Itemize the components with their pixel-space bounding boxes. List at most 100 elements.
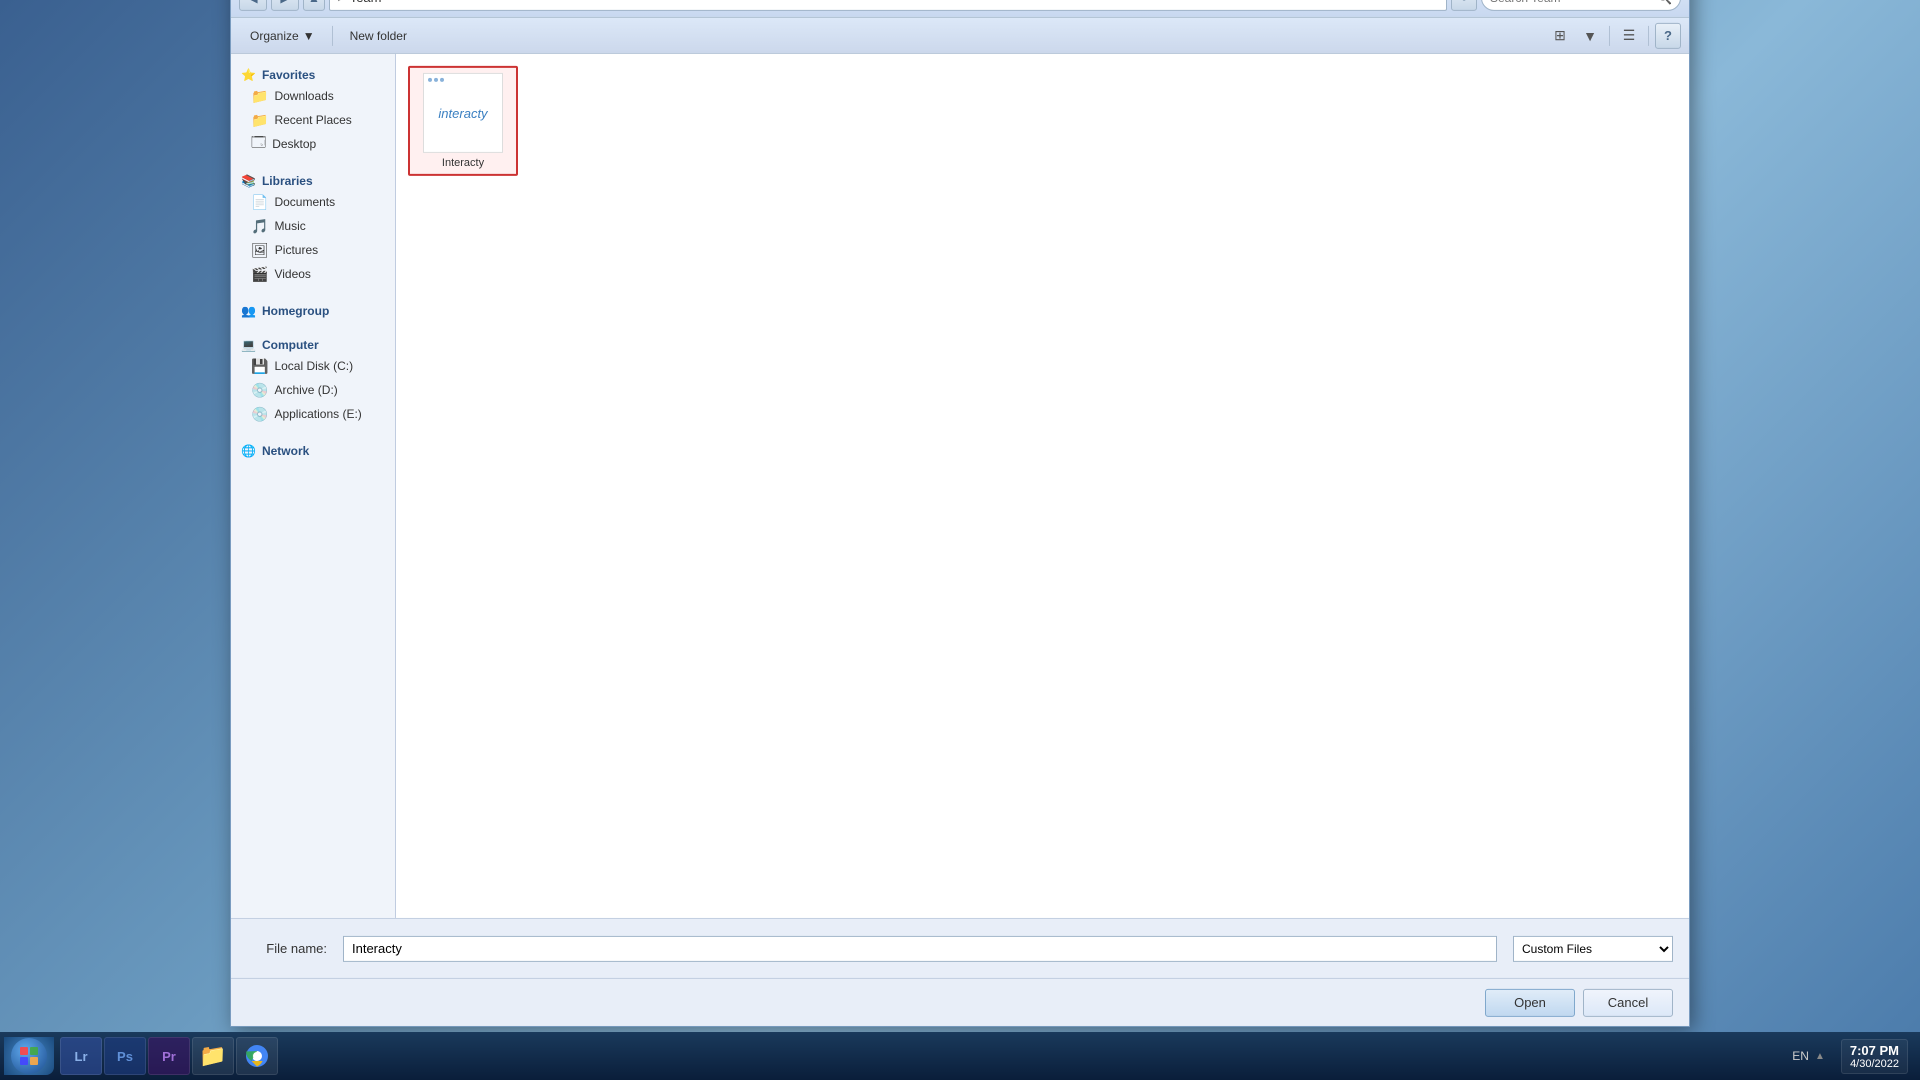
sidebar-item-music[interactable]: 🎵 Music: [231, 214, 395, 238]
path-separator: ▶: [338, 0, 346, 3]
toolbar-sep2: [1609, 25, 1610, 45]
address-bar: ◀ ▶ ▲ ▶ Team ↻ 🔍: [231, 0, 1689, 18]
filename-label: File name:: [247, 941, 327, 956]
sep1: [231, 160, 395, 168]
forward-button[interactable]: ▶: [271, 0, 299, 10]
recent-places-icon: 📁: [251, 111, 268, 128]
toolbar-separator: [332, 25, 333, 45]
pictures-label: Pictures: [275, 243, 318, 257]
new-folder-button[interactable]: New folder: [339, 22, 418, 48]
interacty-logo-text: interacty: [438, 105, 487, 120]
new-folder-label: New folder: [350, 28, 407, 42]
libraries-icon: 📚: [241, 174, 256, 188]
downloads-label: Downloads: [274, 89, 333, 103]
network-icon: 🌐: [241, 444, 256, 458]
computer-icon: 💻: [241, 338, 256, 352]
tray-up-arrow: ▲: [1815, 1051, 1825, 1062]
open-button[interactable]: Open: [1485, 988, 1575, 1016]
applications-label: Applications (E:): [274, 407, 361, 421]
open-dialog: 📂 Open ─ □ ✕ ◀ ▶ ▲ ▶ Team ↻ 🔍 Organize ▼: [230, 0, 1690, 1027]
view-large-button[interactable]: ⊞: [1547, 22, 1573, 48]
path-current: Team: [350, 0, 382, 5]
sidebar-item-pictures[interactable]: 🖼 Pictures: [231, 238, 395, 262]
filetype-select[interactable]: Custom Files All Files (*.*): [1513, 935, 1673, 961]
homegroup-label: 👥 Homegroup: [231, 298, 395, 320]
filename-input[interactable]: [343, 935, 1497, 961]
pictures-icon: 🖼: [251, 241, 269, 258]
taskbar-app-pr[interactable]: Pr: [148, 1037, 190, 1075]
address-path[interactable]: ▶ Team: [329, 0, 1447, 10]
sidebar-item-recent-places[interactable]: 📁 Recent Places: [231, 108, 395, 132]
sidebar-item-desktop[interactable]: 🗔 Desktop: [231, 132, 395, 156]
libraries-label: 📚 Libraries: [231, 168, 395, 190]
sidebar: ⭐ Favorites 📁 Downloads 📁 Recent Places …: [231, 54, 396, 918]
sidebar-item-applications[interactable]: 💿 Applications (E:): [231, 402, 395, 426]
locale-indicator: EN: [1792, 1049, 1809, 1063]
downloads-icon: 📁: [251, 87, 268, 104]
bottom-bar: File name: Custom Files All Files (*.*): [231, 918, 1689, 978]
help-button[interactable]: ?: [1655, 22, 1681, 48]
taskbar-app-chrome[interactable]: [236, 1037, 278, 1075]
main-area: ⭐ Favorites 📁 Downloads 📁 Recent Places …: [231, 54, 1689, 918]
taskbar-app-ps[interactable]: Ps: [104, 1037, 146, 1075]
network-label: 🌐 Network: [231, 438, 395, 460]
libraries-section: 📚 Libraries 📄 Documents 🎵 Music 🖼 Pictur…: [231, 168, 395, 286]
taskbar-app-folder[interactable]: 📁: [192, 1037, 234, 1075]
start-orb: [11, 1038, 47, 1074]
refresh-button[interactable]: ↻: [1451, 0, 1477, 10]
dot2: [434, 78, 438, 82]
sidebar-item-videos[interactable]: 🎬 Videos: [231, 262, 395, 286]
cancel-button[interactable]: Cancel: [1583, 988, 1673, 1016]
sidebar-item-local-disk[interactable]: 💾 Local Disk (C:): [231, 354, 395, 378]
dot3: [440, 78, 444, 82]
dot1: [428, 78, 432, 82]
view-dropdown-button[interactable]: ▼: [1577, 22, 1603, 48]
desktop-icon: 🗔: [251, 132, 266, 156]
sep4: [231, 430, 395, 438]
back-button[interactable]: ◀: [239, 0, 267, 10]
applications-icon: 💿: [251, 405, 268, 422]
file-item-interacty[interactable]: interacty Interacty: [408, 66, 518, 176]
videos-icon: 🎬: [251, 265, 268, 282]
organize-button[interactable]: Organize ▼: [239, 22, 326, 48]
organize-arrow: ▼: [303, 28, 315, 42]
sep3: [231, 324, 395, 332]
taskbar-right: EN ▲ 7:07 PM 4/30/2022: [1784, 1039, 1916, 1074]
search-box[interactable]: 🔍: [1481, 0, 1681, 10]
favorites-section: ⭐ Favorites 📁 Downloads 📁 Recent Places …: [231, 62, 395, 156]
clock-time: 7:07 PM: [1850, 1043, 1899, 1058]
sep2: [231, 290, 395, 298]
clock[interactable]: 7:07 PM 4/30/2022: [1841, 1039, 1908, 1074]
toolbar-sep3: [1648, 25, 1649, 45]
view-details-button[interactable]: ☰: [1616, 22, 1642, 48]
music-label: Music: [274, 219, 305, 233]
toolbar-right: ⊞ ▼ ☰ ?: [1547, 22, 1681, 48]
music-icon: 🎵: [251, 217, 268, 234]
interacty-dots: [428, 78, 444, 82]
sidebar-item-archive[interactable]: 💿 Archive (D:): [231, 378, 395, 402]
local-disk-label: Local Disk (C:): [274, 359, 353, 373]
documents-label: Documents: [274, 195, 335, 209]
taskbar: Lr Ps Pr 📁 EN ▲ 7:07 PM 4/30/2022: [0, 1032, 1920, 1080]
desktop-label: Desktop: [272, 137, 316, 151]
homegroup-icon: 👥: [241, 304, 256, 318]
organize-label: Organize: [250, 28, 299, 42]
content-area[interactable]: interacty Interacty: [396, 54, 1689, 918]
favorites-label: ⭐ Favorites: [231, 62, 395, 84]
sidebar-item-downloads[interactable]: 📁 Downloads: [231, 84, 395, 108]
taskbar-app-lr[interactable]: Lr: [60, 1037, 102, 1075]
file-name-interacty: Interacty: [442, 157, 484, 169]
homegroup-section: 👥 Homegroup: [231, 298, 395, 320]
documents-icon: 📄: [251, 193, 268, 210]
local-disk-icon: 💾: [251, 357, 268, 374]
start-button[interactable]: [4, 1037, 54, 1075]
computer-label: 💻 Computer: [231, 332, 395, 354]
up-button[interactable]: ▲: [303, 0, 325, 10]
search-input[interactable]: [1490, 0, 1653, 4]
recent-places-label: Recent Places: [274, 113, 351, 127]
file-thumbnail-interacty: interacty: [423, 73, 503, 153]
videos-label: Videos: [274, 267, 310, 281]
archive-icon: 💿: [251, 381, 268, 398]
clock-date: 4/30/2022: [1850, 1058, 1899, 1070]
sidebar-item-documents[interactable]: 📄 Documents: [231, 190, 395, 214]
